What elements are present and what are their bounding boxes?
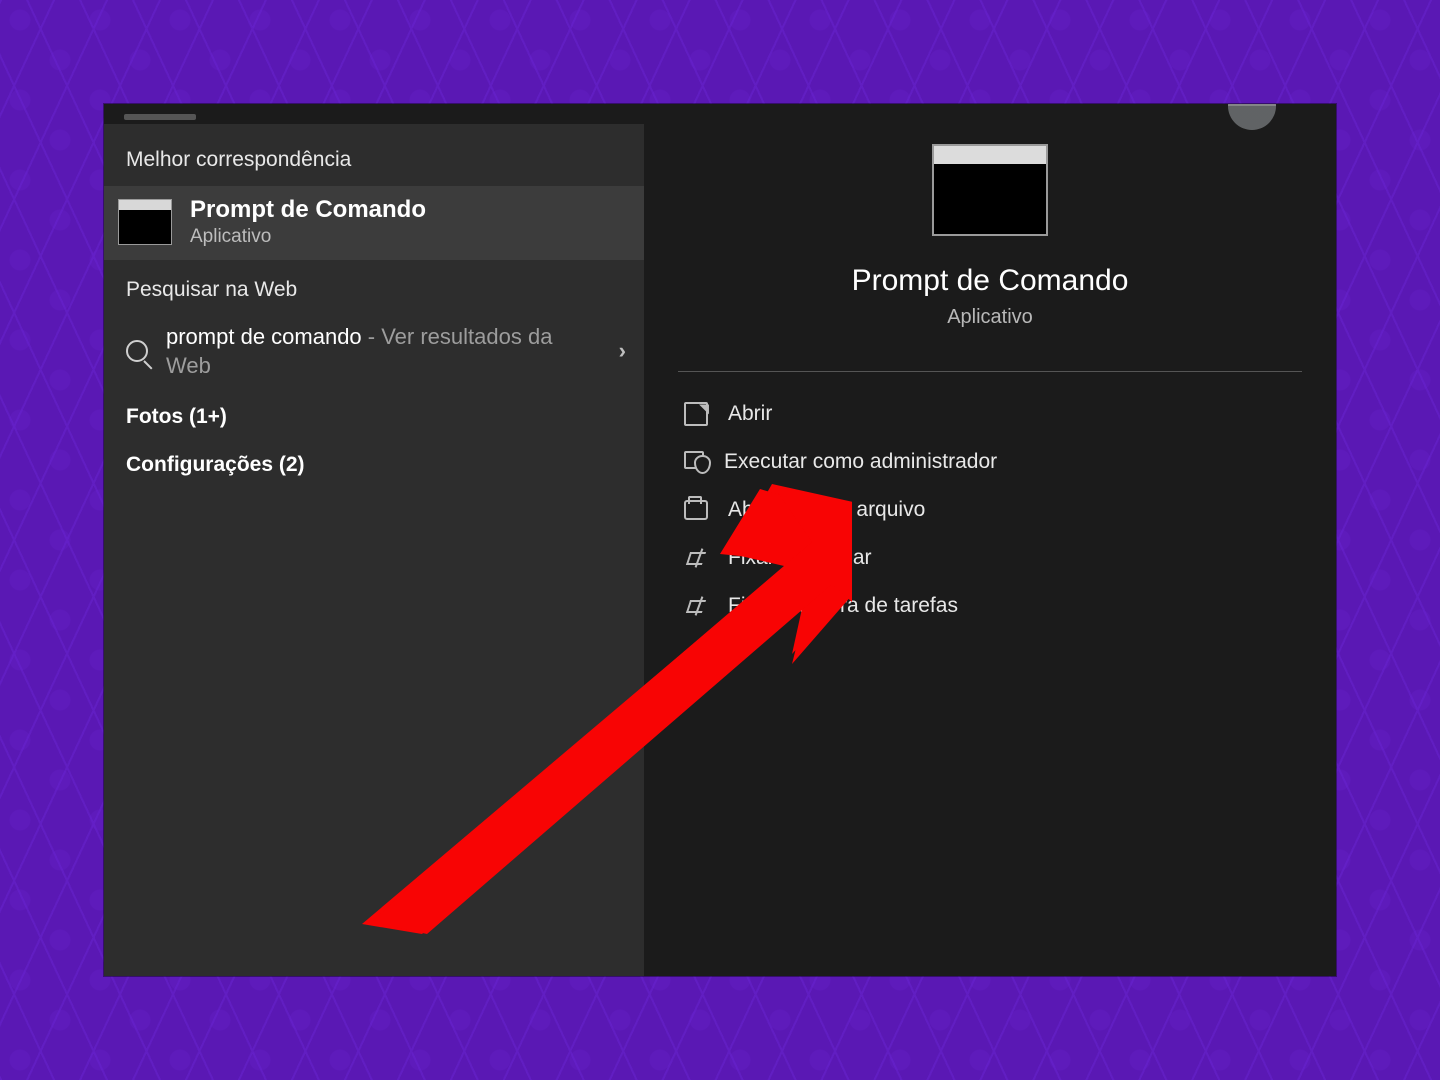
- action-pin-start[interactable]: Fixar em Iniciar: [684, 534, 1326, 582]
- web-result-item[interactable]: prompt de comando - Ver resultados da We…: [104, 312, 644, 391]
- action-list: Abrir Executar como administrador Abrir …: [644, 390, 1336, 630]
- start-search-window: Melhor correspondência Prompt de Comando…: [104, 104, 1336, 976]
- category-settings[interactable]: Configurações (2): [104, 439, 644, 487]
- cmd-icon: [118, 199, 172, 245]
- action-pin-taskbar[interactable]: Fixar na barra de tarefas: [684, 582, 1326, 630]
- action-location-label: Abrir local do arquivo: [728, 498, 925, 522]
- folder-icon: [684, 500, 708, 520]
- action-pin-start-label: Fixar em Iniciar: [728, 546, 872, 570]
- pin-icon: [684, 546, 708, 570]
- best-match-subtitle: Aplicativo: [190, 226, 426, 248]
- app-preview: Prompt de Comando Aplicativo: [644, 144, 1336, 361]
- web-search-header: Pesquisar na Web: [104, 268, 644, 312]
- action-pin-taskbar-label: Fixar na barra de tarefas: [728, 594, 958, 618]
- app-subtitle: Aplicativo: [947, 306, 1033, 329]
- action-open[interactable]: Abrir: [684, 390, 1326, 438]
- best-match-header: Melhor correspondência: [104, 138, 644, 182]
- divider: [678, 371, 1302, 372]
- open-icon: [684, 402, 708, 426]
- best-match-title: Prompt de Comando: [190, 196, 426, 224]
- best-match-item[interactable]: Prompt de Comando Aplicativo: [104, 186, 644, 260]
- shield-icon: [684, 451, 704, 469]
- web-result-text: prompt de comando - Ver resultados da We…: [166, 322, 601, 381]
- preview-pane: Prompt de Comando Aplicativo Abrir Execu…: [644, 104, 1336, 976]
- tab-indicator: [124, 114, 196, 120]
- action-admin-label: Executar como administrador: [724, 450, 997, 474]
- search-icon: [126, 340, 148, 362]
- results-pane: Melhor correspondência Prompt de Comando…: [104, 124, 644, 976]
- pin-icon: [684, 594, 708, 618]
- action-run-as-admin[interactable]: Executar como administrador: [684, 438, 1326, 486]
- action-open-file-location[interactable]: Abrir local do arquivo: [684, 486, 1326, 534]
- action-open-label: Abrir: [728, 402, 772, 426]
- category-photos[interactable]: Fotos (1+): [104, 391, 644, 439]
- chevron-right-icon[interactable]: ›: [619, 338, 626, 364]
- app-title: Prompt de Comando: [852, 264, 1129, 298]
- app-large-icon: [932, 144, 1048, 236]
- web-query: prompt de comando: [166, 324, 362, 349]
